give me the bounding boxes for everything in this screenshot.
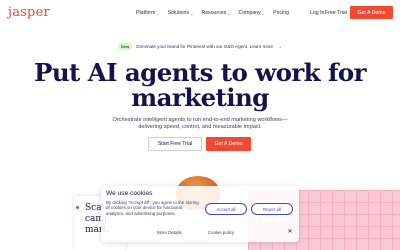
login-link[interactable]: Log In bbox=[310, 10, 324, 16]
nav-company-label: Company bbox=[238, 10, 261, 16]
hero-title: Put AI agents to work for marketing bbox=[34, 58, 367, 112]
free-trial-link[interactable]: Free Trial bbox=[325, 10, 347, 16]
nav-solutions[interactable]: Solutions ⌄ bbox=[168, 10, 194, 16]
chevron-down-icon: ⌄ bbox=[227, 10, 231, 16]
new-badge: New bbox=[118, 43, 133, 50]
announcement-bar[interactable]: New Dominate your brand for Pinterest wi… bbox=[118, 42, 282, 51]
cookie-banner: We use cookies By clicking "Accept all",… bbox=[101, 186, 299, 242]
close-icon[interactable]: ✕ bbox=[286, 228, 294, 236]
chevron-down-icon: ⌄ bbox=[156, 10, 160, 16]
hero-get-a-demo-button[interactable]: Get A Demo bbox=[206, 137, 251, 151]
cookie-policy-link[interactable]: Cookie policy bbox=[208, 230, 234, 235]
nav-pricing-label: Pricing bbox=[273, 10, 289, 16]
nav-pricing[interactable]: Pricing bbox=[273, 10, 289, 16]
nav-resources[interactable]: Resources ⌄ bbox=[201, 10, 230, 16]
start-free-trial-button[interactable]: Start Free Trial bbox=[148, 137, 202, 151]
announcement-text: Dominate your brand for Pinterest with o… bbox=[136, 44, 274, 49]
pin-icon bbox=[76, 206, 79, 209]
reject-all-button[interactable]: Reject all bbox=[251, 203, 293, 215]
accept-all-button[interactable]: Accept all bbox=[205, 203, 247, 215]
arrow-right-icon: → bbox=[277, 43, 283, 50]
nav-resources-label: Resources bbox=[201, 10, 227, 16]
get-a-demo-button[interactable]: Get A Demo bbox=[350, 6, 393, 19]
more-details-link[interactable]: More Details bbox=[157, 230, 182, 235]
chevron-down-icon: ⌄ bbox=[261, 10, 266, 16]
chevron-down-icon: ⌄ bbox=[190, 10, 194, 16]
hero-subtitle: Orchestrate intelligent agents to run en… bbox=[112, 117, 288, 131]
nav-platform[interactable]: Platform ⌄ bbox=[136, 10, 160, 16]
nav-solutions-label: Solutions bbox=[167, 10, 190, 16]
site-header: jasper Platform ⌄ Solutions ⌄ Resources … bbox=[0, 0, 400, 28]
nav-company[interactable]: Company ⌄ bbox=[239, 10, 266, 16]
nav-platform-label: Platform bbox=[136, 10, 156, 16]
main-nav: Platform ⌄ Solutions ⌄ Resources ⌄ Compa… bbox=[136, 10, 289, 16]
jasper-logo[interactable]: jasper bbox=[8, 5, 50, 20]
cookie-title: We use cookies bbox=[106, 190, 153, 197]
cookie-body: By clicking "Accept all", you agree to t… bbox=[106, 200, 199, 216]
